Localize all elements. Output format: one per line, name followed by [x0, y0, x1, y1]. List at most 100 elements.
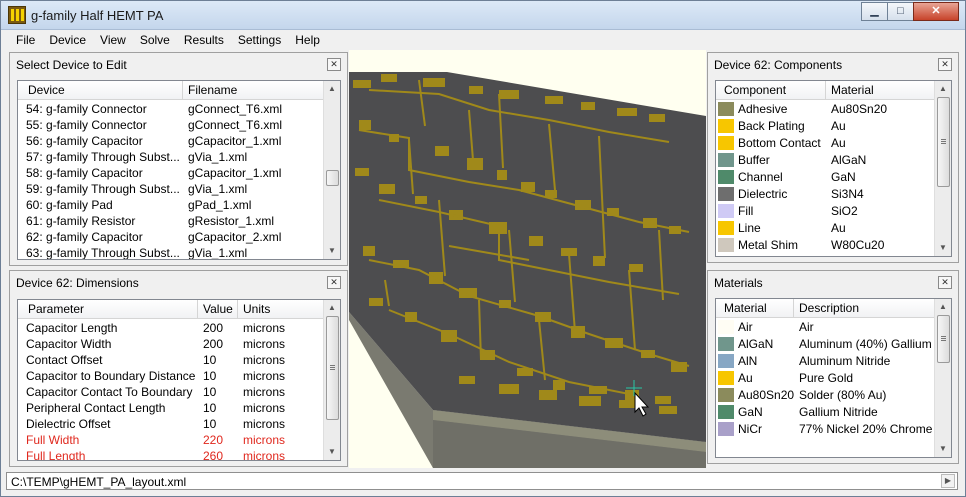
menu-solve[interactable]: Solve	[133, 33, 177, 47]
column-header-component[interactable]: Component	[716, 81, 826, 100]
column-header-parameter[interactable]: Parameter	[18, 300, 198, 319]
table-row[interactable]: 61: g-family Resistor gResistor_1.xml	[18, 213, 323, 229]
scroll-down-icon[interactable]: ▼	[327, 246, 337, 256]
minimize-button[interactable]: ▁	[861, 2, 888, 21]
table-row[interactable]: Capacitor Length 200 microns	[18, 320, 323, 336]
materials-panel: Materials ✕ Material Description Air Air A…	[707, 270, 959, 464]
table-row[interactable]: 54: g-family Connector gConnect_T6.xml	[18, 101, 323, 117]
menu-settings[interactable]: Settings	[231, 33, 288, 47]
trace-pad	[467, 158, 483, 170]
trace-pad	[499, 90, 519, 99]
table-row[interactable]: 59: g-family Through Subst... gVia_1.xml	[18, 181, 323, 197]
scroll-up-icon[interactable]: ▲	[327, 84, 337, 94]
chip-3d-viewport[interactable]	[349, 50, 706, 468]
table-row[interactable]: Dielectric Si3N4	[716, 186, 934, 203]
table-row[interactable]: GaN Gallium Nitride	[716, 404, 934, 421]
value-cell: 10	[203, 417, 217, 431]
menu-file[interactable]: File	[9, 33, 42, 47]
column-header-value[interactable]: Value	[198, 300, 238, 319]
menu-bar: File Device View Solve Results Settings …	[1, 30, 965, 50]
table-row[interactable]: Capacitor to Boundary Distance 10 microns	[18, 368, 323, 384]
table-row[interactable]: Buffer AlGaN	[716, 152, 934, 169]
table-row[interactable]: Channel GaN	[716, 169, 934, 186]
components-scrollbar[interactable]: ▲ ▼	[934, 81, 951, 256]
table-row[interactable]: Back Plating Au	[716, 118, 934, 135]
table-row[interactable]: NiCr 77% Nickel 20% Chrome	[716, 421, 934, 438]
device-list-scrollbar[interactable]: ▲ ▼	[323, 81, 340, 259]
scroll-thumb[interactable]	[937, 97, 950, 187]
table-row[interactable]: 63: g-family Through Subst... gVia_1.xml	[18, 245, 323, 259]
table-row[interactable]: Metal Shim W80Cu20	[716, 237, 934, 254]
scroll-right-icon[interactable]: ▶	[941, 474, 955, 488]
material-color-swatch	[718, 221, 734, 235]
trace-pad	[499, 384, 519, 394]
table-row[interactable]: Adhesive Au80Sn20	[716, 101, 934, 118]
scroll-up-icon[interactable]: ▲	[938, 84, 948, 94]
table-row[interactable]: Capacitor Width 200 microns	[18, 336, 323, 352]
table-row[interactable]: Au80Sn20 Solder (80% Au)	[716, 387, 934, 404]
column-header-material[interactable]: Material	[826, 81, 936, 100]
panel-close-button[interactable]: ✕	[327, 276, 341, 289]
column-header-material[interactable]: Material	[716, 299, 794, 318]
table-row[interactable]: 58: g-family Capacitor gCapacitor_1.xml	[18, 165, 323, 181]
material-cell: Au80Sn20	[831, 102, 888, 116]
scroll-up-icon[interactable]: ▲	[327, 303, 337, 313]
column-header-device[interactable]: Device	[18, 81, 183, 100]
table-row[interactable]: Capacitor Contact To Boundary 10 microns	[18, 384, 323, 400]
table-row[interactable]: Bottom Contact Au	[716, 135, 934, 152]
material-cell: Au80Sn20	[716, 387, 794, 404]
panel-close-button[interactable]: ✕	[938, 58, 952, 71]
materials-list[interactable]: Material Description Air Air AlGaN Aluminum…	[715, 298, 952, 458]
table-row[interactable]: Au Pure Gold	[716, 370, 934, 387]
menu-view[interactable]: View	[93, 33, 133, 47]
table-row[interactable]: 60: g-family Pad gPad_1.xml	[18, 197, 323, 213]
status-bar: C:\TEMP\gHEMT_PA_layout.xml ▶	[3, 468, 963, 494]
components-list[interactable]: Component Material Adhesive Au80Sn20 Back …	[715, 80, 952, 257]
column-header-filename[interactable]: Filename	[183, 81, 325, 100]
table-row[interactable]: 56: g-family Capacitor gCapacitor_1.xml	[18, 133, 323, 149]
table-row[interactable]: Air Air	[716, 319, 934, 336]
table-row[interactable]: Line Au	[716, 220, 934, 237]
table-row[interactable]: 62: g-family Capacitor gCapacitor_2.xml	[18, 229, 323, 245]
trace-pad	[369, 298, 383, 306]
table-row[interactable]: Full Width 220 microns	[18, 432, 323, 448]
menu-results[interactable]: Results	[177, 33, 231, 47]
table-row[interactable]: AlGaN Aluminum (40%) Gallium	[716, 336, 934, 353]
table-row[interactable]: Contact Offset 10 microns	[18, 352, 323, 368]
maximize-button[interactable]: □	[887, 2, 914, 21]
column-header-units[interactable]: Units	[238, 300, 325, 319]
scroll-thumb[interactable]	[326, 316, 339, 420]
dimensions-list[interactable]: Parameter Value Units Capacitor Length 20…	[17, 299, 341, 461]
menu-help[interactable]: Help	[288, 33, 327, 47]
device-name-cell: 61: g-family Resistor	[26, 214, 136, 228]
materials-scrollbar[interactable]: ▲ ▼	[934, 299, 951, 457]
table-row[interactable]: Dielectric Offset 10 microns	[18, 416, 323, 432]
menu-device[interactable]: Device	[42, 33, 93, 47]
table-row[interactable]: 57: g-family Through Subst... gVia_1.xml	[18, 149, 323, 165]
close-button[interactable]: ✕	[913, 2, 959, 21]
device-list[interactable]: Device Filename 54: g-family Connector gC…	[17, 80, 341, 260]
table-row[interactable]: AlN Aluminum Nitride	[716, 353, 934, 370]
table-row[interactable]: 55: g-family Connector gConnect_T6.xml	[18, 117, 323, 133]
panel-close-button[interactable]: ✕	[327, 58, 341, 71]
panel-close-button[interactable]: ✕	[938, 276, 952, 289]
scroll-down-icon[interactable]: ▼	[938, 243, 948, 253]
scroll-up-icon[interactable]: ▲	[938, 302, 948, 312]
dimensions-scrollbar[interactable]: ▲ ▼	[323, 300, 340, 460]
material-name: NiCr	[738, 422, 762, 436]
scroll-thumb[interactable]	[937, 315, 950, 363]
material-name: Au80Sn20	[738, 388, 794, 402]
scroll-down-icon[interactable]: ▼	[938, 444, 948, 454]
file-path-field[interactable]: C:\TEMP\gHEMT_PA_layout.xml ▶	[6, 472, 958, 490]
scroll-down-icon[interactable]: ▼	[327, 447, 337, 457]
column-header-description[interactable]: Description	[794, 299, 936, 318]
app-icon[interactable]	[8, 6, 26, 24]
title-bar[interactable]: g-family Half HEMT PA ▁ □ ✕	[1, 1, 965, 30]
table-row[interactable]: Peripheral Contact Length 10 microns	[18, 400, 323, 416]
table-row[interactable]: Fill SiO2	[716, 203, 934, 220]
units-cell: microns	[243, 401, 286, 415]
parameter-cell: Capacitor Width	[26, 337, 112, 351]
table-row[interactable]: Full Length 260 microns	[18, 448, 323, 460]
scroll-thumb[interactable]	[326, 170, 339, 186]
trace-pad	[581, 102, 595, 110]
